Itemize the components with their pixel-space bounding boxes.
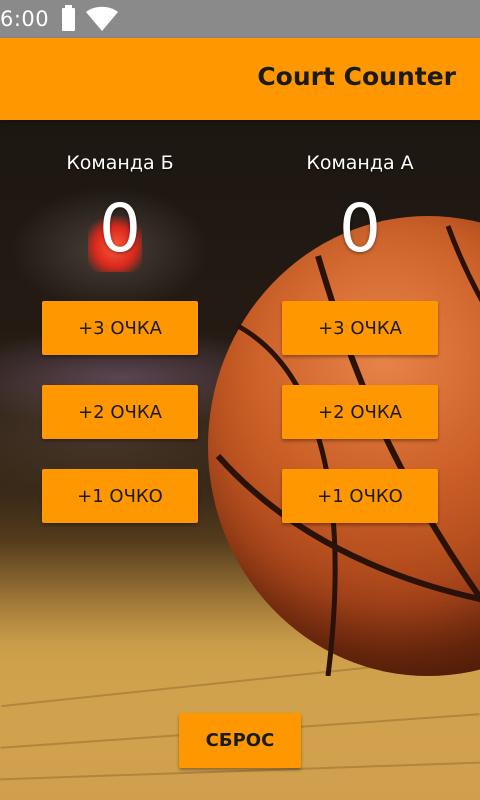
team-a-name: Команда А: [306, 152, 414, 174]
team-a-score: 0: [339, 190, 381, 267]
app-bar: Court Counter: [0, 38, 480, 120]
team-b-plus-1-button[interactable]: +1 ОЧКО: [42, 469, 198, 523]
team-b-name: Команда Б: [66, 152, 174, 174]
app-title: Court Counter: [257, 62, 456, 91]
battery-icon: [62, 5, 75, 31]
reset-button[interactable]: СБРОС: [179, 713, 301, 768]
team-a-plus-2-button[interactable]: +2 ОЧКА: [282, 385, 438, 439]
team-b-plus-2-button[interactable]: +2 ОЧКА: [42, 385, 198, 439]
status-bar: 6:00: [0, 0, 480, 38]
team-a-plus-3-button[interactable]: +3 ОЧКА: [282, 301, 438, 355]
basketball-icon: [208, 216, 480, 676]
team-b-plus-3-button[interactable]: +3 ОЧКА: [42, 301, 198, 355]
team-a-plus-1-button[interactable]: +1 ОЧКО: [282, 469, 438, 523]
status-time: 6:00: [0, 7, 50, 31]
team-b-score: 0: [99, 190, 141, 267]
wifi-icon: [86, 6, 118, 31]
